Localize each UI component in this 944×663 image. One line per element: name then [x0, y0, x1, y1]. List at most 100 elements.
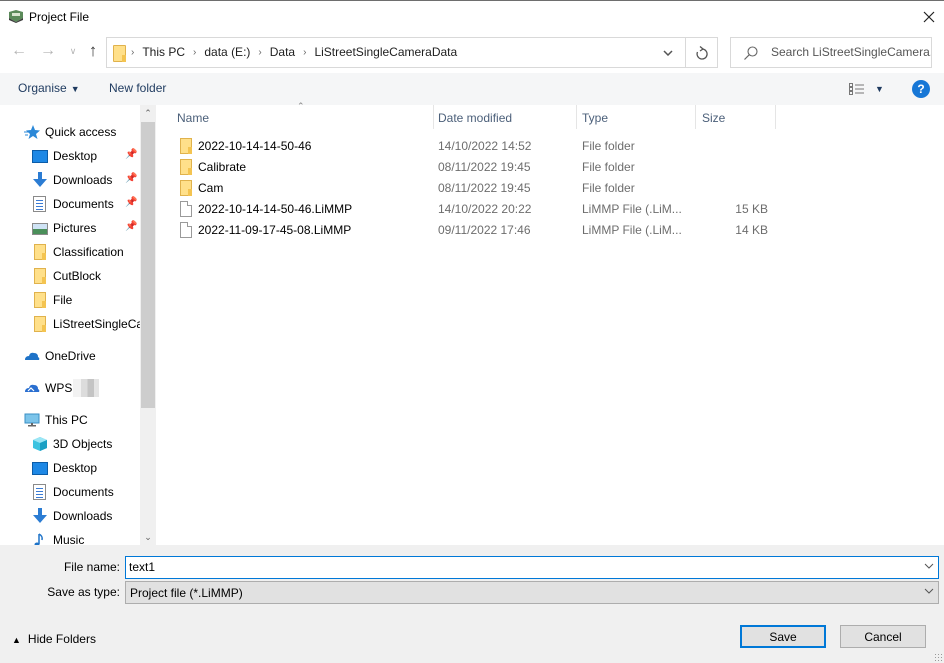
search-input[interactable] — [771, 45, 931, 59]
sidebar-item-music[interactable]: Music — [0, 529, 140, 545]
sidebar-item-desktop[interactable]: Desktop 📌 — [0, 145, 140, 167]
back-button[interactable]: ← — [9, 41, 29, 61]
arrow-up-icon: ↑ — [88, 41, 98, 60]
change-view-button[interactable]: ▼ — [849, 81, 889, 97]
chevron-right-icon[interactable]: › — [193, 47, 196, 58]
column-header-name[interactable]: Name — [171, 105, 433, 131]
address-bar[interactable]: › This PC › data (E:) › Data › LiStreetS… — [106, 37, 718, 68]
hide-folders-button[interactable]: ▲ Hide Folders — [12, 632, 96, 646]
sidebar-item-cutblock[interactable]: CutBlock — [0, 265, 140, 287]
sidebar-item-desktop-pc[interactable]: Desktop — [0, 457, 140, 479]
sidebar-item-this-pc[interactable]: This PC — [0, 409, 140, 431]
file-row[interactable]: 2022-10-14-14-50-46.LiMMP 14/10/2022 20:… — [172, 199, 772, 220]
sidebar-item-documents-pc[interactable]: Documents — [0, 481, 140, 503]
documents-icon — [33, 484, 46, 500]
cube-icon — [33, 437, 47, 451]
cloud-icon — [25, 352, 40, 360]
sidebar-item-listreetsinglecameradata[interactable]: LiStreetSingleCa — [0, 313, 144, 335]
folder-icon — [180, 138, 192, 154]
pin-icon[interactable]: 📌 — [125, 173, 137, 184]
file-name-dropdown-button[interactable] — [924, 561, 934, 572]
column-header-size[interactable]: Size — [696, 105, 776, 131]
column-header-type[interactable]: Type — [576, 105, 695, 131]
chevron-up-icon: ⌃ — [144, 107, 152, 118]
file-size: 14 KB — [735, 223, 768, 237]
breadcrumb-data[interactable]: Data — [270, 45, 295, 59]
sidebar-item-classification[interactable]: Classification — [0, 241, 140, 263]
breadcrumb-data-drive[interactable]: data (E:) — [204, 45, 250, 59]
cancel-button[interactable]: Cancel — [840, 625, 926, 648]
chevron-right-icon[interactable]: › — [258, 47, 261, 58]
scroll-down-button[interactable]: ⌄ — [140, 529, 156, 545]
file-icon — [180, 201, 192, 217]
arrow-right-icon: → — [40, 42, 56, 59]
search-box[interactable] — [730, 37, 932, 68]
file-name: 2022-10-14-14-50-46 — [198, 139, 312, 153]
desktop-icon — [32, 462, 48, 475]
sidebar-item-downloads-pc[interactable]: Downloads — [0, 505, 140, 527]
save-as-type-select[interactable]: Project file (*.LiMMP) — [125, 581, 939, 604]
window-title: Project File — [29, 10, 90, 24]
caret-down-icon: ▼ — [70, 84, 80, 94]
sidebar-item-label: CutBlock — [53, 269, 102, 283]
navigation-pane-scrollbar[interactable]: ⌃ ⌄ — [140, 105, 156, 545]
sidebar-item-label: Documents — [53, 485, 114, 499]
up-button[interactable]: ↑ — [83, 41, 103, 61]
scrollbar-thumb[interactable] — [141, 122, 155, 408]
column-separator[interactable] — [775, 105, 776, 129]
folder-icon — [180, 159, 192, 175]
sidebar-item-label: Desktop — [53, 149, 98, 163]
column-header-date-modified[interactable]: Date modified — [432, 105, 576, 131]
wps-cloud-icon — [25, 384, 40, 392]
sidebar-item-file[interactable]: File — [0, 289, 140, 311]
save-options-panel: File name: Save as type: Project file (*… — [0, 545, 944, 663]
file-type: File folder — [582, 181, 635, 195]
chevron-right-icon[interactable]: › — [303, 47, 306, 58]
file-date-modified: 08/11/2022 19:45 — [438, 181, 531, 195]
documents-icon — [33, 196, 46, 212]
file-name-combobox[interactable] — [125, 556, 939, 579]
folder-icon — [113, 45, 126, 62]
new-folder-button[interactable]: New folder — [109, 81, 166, 95]
scroll-up-button[interactable]: ⌃ — [140, 105, 156, 121]
pin-icon[interactable]: 📌 — [125, 221, 137, 232]
forward-button[interactable]: → — [38, 41, 58, 61]
refresh-button[interactable] — [693, 44, 711, 62]
breadcrumb-current-folder[interactable]: LiStreetSingleCameraData — [314, 45, 457, 59]
file-row[interactable]: Calibrate 08/11/2022 19:45 File folder — [172, 157, 772, 178]
sidebar-item-onedrive[interactable]: OneDrive — [0, 345, 140, 367]
file-row[interactable]: 2022-11-09-17-45-08.LiMMP 09/11/2022 17:… — [172, 220, 772, 241]
pin-icon[interactable]: 📌 — [125, 197, 137, 208]
resize-grip[interactable] — [934, 653, 942, 661]
music-note-icon — [34, 533, 43, 545]
sidebar-item-downloads[interactable]: Downloads 📌 — [0, 169, 140, 191]
sidebar-item-wps[interactable]: WPS — [0, 377, 140, 399]
sidebar-item-label: Desktop — [53, 461, 98, 475]
close-button[interactable] — [914, 2, 944, 32]
address-history-dropdown[interactable] — [661, 46, 675, 60]
file-type: File folder — [582, 139, 635, 153]
save-button[interactable]: Save — [740, 625, 826, 648]
desktop-icon — [32, 150, 48, 163]
file-row[interactable]: 2022-10-14-14-50-46 14/10/2022 14:52 Fil… — [172, 136, 772, 157]
sidebar-item-quick-access[interactable]: Quick access — [0, 121, 140, 143]
recent-locations-button[interactable]: ∨ — [63, 41, 83, 61]
save-as-type-dropdown-button[interactable] — [924, 586, 934, 597]
chevron-down-icon — [924, 563, 934, 569]
breadcrumb-this-pc[interactable]: This PC — [142, 45, 185, 59]
file-name-input[interactable] — [129, 560, 909, 574]
help-button[interactable]: ? — [912, 80, 930, 98]
sidebar-item-label: File — [53, 293, 73, 307]
navigation-pane: Quick access Desktop 📌 Downloads 📌 Docum… — [0, 105, 156, 545]
folder-icon — [34, 316, 46, 332]
sidebar-item-documents[interactable]: Documents 📌 — [0, 193, 140, 215]
pin-icon[interactable]: 📌 — [125, 149, 137, 160]
sidebar-item-label: LiStreetSingleCa — [53, 317, 144, 331]
sidebar-item-pictures[interactable]: Pictures 📌 — [0, 217, 140, 239]
sidebar-item-3d-objects[interactable]: 3D Objects — [0, 433, 140, 455]
organise-menu-button[interactable]: Organise ▼ — [18, 81, 80, 95]
save-file-dialog: Project File ← → ∨ ↑ › This PC › data (E… — [0, 0, 944, 663]
file-row[interactable]: Cam 08/11/2022 19:45 File folder — [172, 178, 772, 199]
folder-icon — [34, 244, 46, 260]
sidebar-item-label: Downloads — [53, 173, 113, 187]
